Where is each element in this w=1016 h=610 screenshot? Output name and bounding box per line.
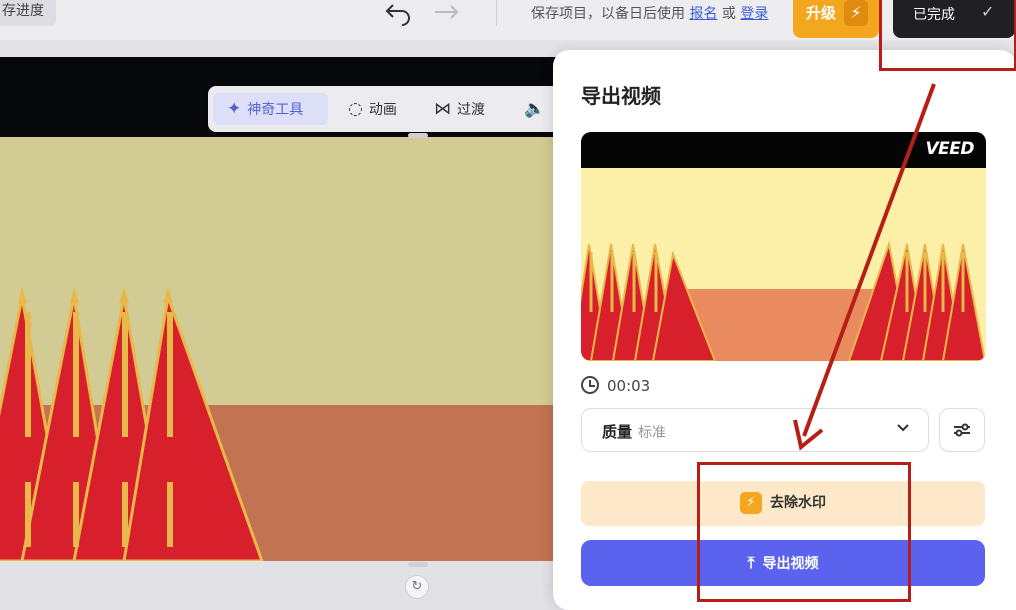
or-text: 或	[721, 6, 736, 22]
duration-label: 00:03	[581, 376, 650, 395]
redo-arrow-icon	[435, 5, 459, 19]
upgrade-label: 升级	[806, 4, 837, 22]
red-flags-illustration	[0, 287, 264, 561]
toolbar-divider	[496, 0, 497, 26]
undo-arrow-icon	[385, 4, 410, 26]
annotation-box-export	[697, 462, 911, 602]
resize-handle-top[interactable]	[408, 133, 428, 138]
login-link[interactable]: 登录	[740, 6, 768, 22]
animation-icon: ◌	[348, 99, 363, 119]
magic-tools-button[interactable]: ✦ 神奇工具	[213, 93, 328, 125]
export-panel-title: 导出视频	[581, 84, 661, 108]
lightning-icon: ⚡	[844, 0, 868, 26]
save-note-text: 保存项目，以备日后使用	[531, 6, 685, 22]
speaker-icon: 🔈	[524, 99, 546, 119]
redo-button[interactable]	[432, 0, 460, 32]
animation-button[interactable]: ◌ 动画	[348, 93, 397, 125]
transition-label: 过渡	[457, 102, 485, 118]
magic-tools-label: 神奇工具	[247, 102, 304, 118]
top-bar: 存进度 保存项目，以备日后使用 报名 或 登录 升级 ⚡ 已完成 ✓	[0, 0, 1016, 40]
canvas-bottom-strip	[0, 561, 556, 610]
resize-handle-bottom[interactable]	[408, 562, 428, 567]
animation-label: 动画	[368, 102, 397, 118]
clock-icon	[581, 376, 599, 394]
annotation-box-done	[879, 0, 1016, 71]
undo-button[interactable]	[384, 0, 412, 32]
sliders-icon	[954, 423, 970, 437]
quality-value: 标准	[638, 425, 666, 441]
signup-link[interactable]: 报名	[689, 6, 717, 22]
video-canvas[interactable]	[0, 137, 556, 561]
transition-icon: ⋈	[434, 99, 451, 119]
upgrade-button[interactable]: 升级 ⚡	[793, 0, 879, 38]
rotate-icon[interactable]: ↻	[405, 575, 429, 599]
export-settings-button[interactable]	[939, 408, 985, 452]
chevron-down-icon	[896, 419, 910, 438]
quality-label: 质量	[602, 423, 633, 441]
video-preview: VEED	[581, 132, 986, 361]
preview-flags-illustration	[581, 240, 986, 361]
quality-select[interactable]: 质量 标准	[581, 408, 929, 452]
transition-button[interactable]: ⋈ 过渡	[434, 93, 485, 125]
sparkle-icon: ✦	[227, 99, 242, 119]
canvas-toolbar: ✦ 神奇工具 ◌ 动画 ⋈ 过渡 🔈	[208, 86, 568, 132]
duration-value: 00:03	[607, 377, 651, 395]
save-note: 保存项目，以备日后使用 报名 或 登录	[531, 3, 768, 23]
save-progress-button[interactable]: 存进度	[0, 0, 56, 26]
audio-button[interactable]: 🔈	[524, 93, 551, 125]
